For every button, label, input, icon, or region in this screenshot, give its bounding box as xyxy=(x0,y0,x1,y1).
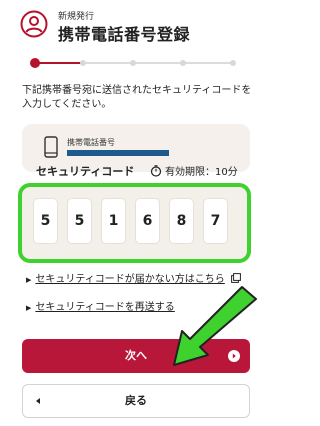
timer-icon xyxy=(150,165,162,177)
security-code-label: セキュリティコード xyxy=(36,165,135,178)
code-digit-1[interactable]: 5 xyxy=(34,199,57,243)
resend-code-link[interactable]: ▶ セキュリティコードを再送する xyxy=(26,298,175,313)
code-digit-4[interactable]: 6 xyxy=(136,199,159,243)
code-not-received-link[interactable]: ▶ セキュリティコードが届かない方はこちら xyxy=(26,270,241,285)
step-dot-2 xyxy=(80,60,86,66)
expiry-info: 有効期限：10分 xyxy=(150,163,238,178)
code-digit-2[interactable]: 5 xyxy=(68,199,91,243)
step-dot-1 xyxy=(30,58,40,68)
phone-number-value xyxy=(67,150,169,156)
stepper-line-pending xyxy=(83,62,235,64)
arrow-left-icon xyxy=(36,398,40,404)
step-dot-5 xyxy=(230,60,236,66)
link-arrow-icon: ▶ xyxy=(26,276,32,284)
step-dot-3 xyxy=(130,60,136,66)
user-avatar-icon xyxy=(20,10,48,38)
annotation-arrow-icon xyxy=(173,286,257,366)
page-header: 新規発行 携帯電話番号登録 xyxy=(0,0,271,74)
page-title: 携帯電話番号登録 xyxy=(58,25,191,44)
code-digit-5[interactable]: 8 xyxy=(170,199,193,243)
link-arrow-icon: ▶ xyxy=(26,304,32,312)
smartphone-icon xyxy=(44,136,58,158)
instruction-text: 下記携帯番号宛に送信されたセキュリティコードを入力してください。 xyxy=(22,85,252,110)
back-button-label: 戻る xyxy=(125,394,147,407)
back-button[interactable]: 戻る xyxy=(22,384,250,418)
expiry-text: 有効期限：10分 xyxy=(165,167,238,178)
phone-number-label: 携帯電話番号 xyxy=(67,138,115,147)
code-digit-6[interactable]: 7 xyxy=(204,199,227,243)
stepper-line-done xyxy=(35,62,83,64)
external-window-icon xyxy=(231,273,241,283)
next-button-label: 次へ xyxy=(125,349,147,362)
code-digit-3[interactable]: 1 xyxy=(102,199,125,243)
step-dot-4 xyxy=(180,60,186,66)
security-code-input-group: 5 5 1 6 8 7 xyxy=(18,183,251,263)
progress-stepper xyxy=(30,58,240,68)
